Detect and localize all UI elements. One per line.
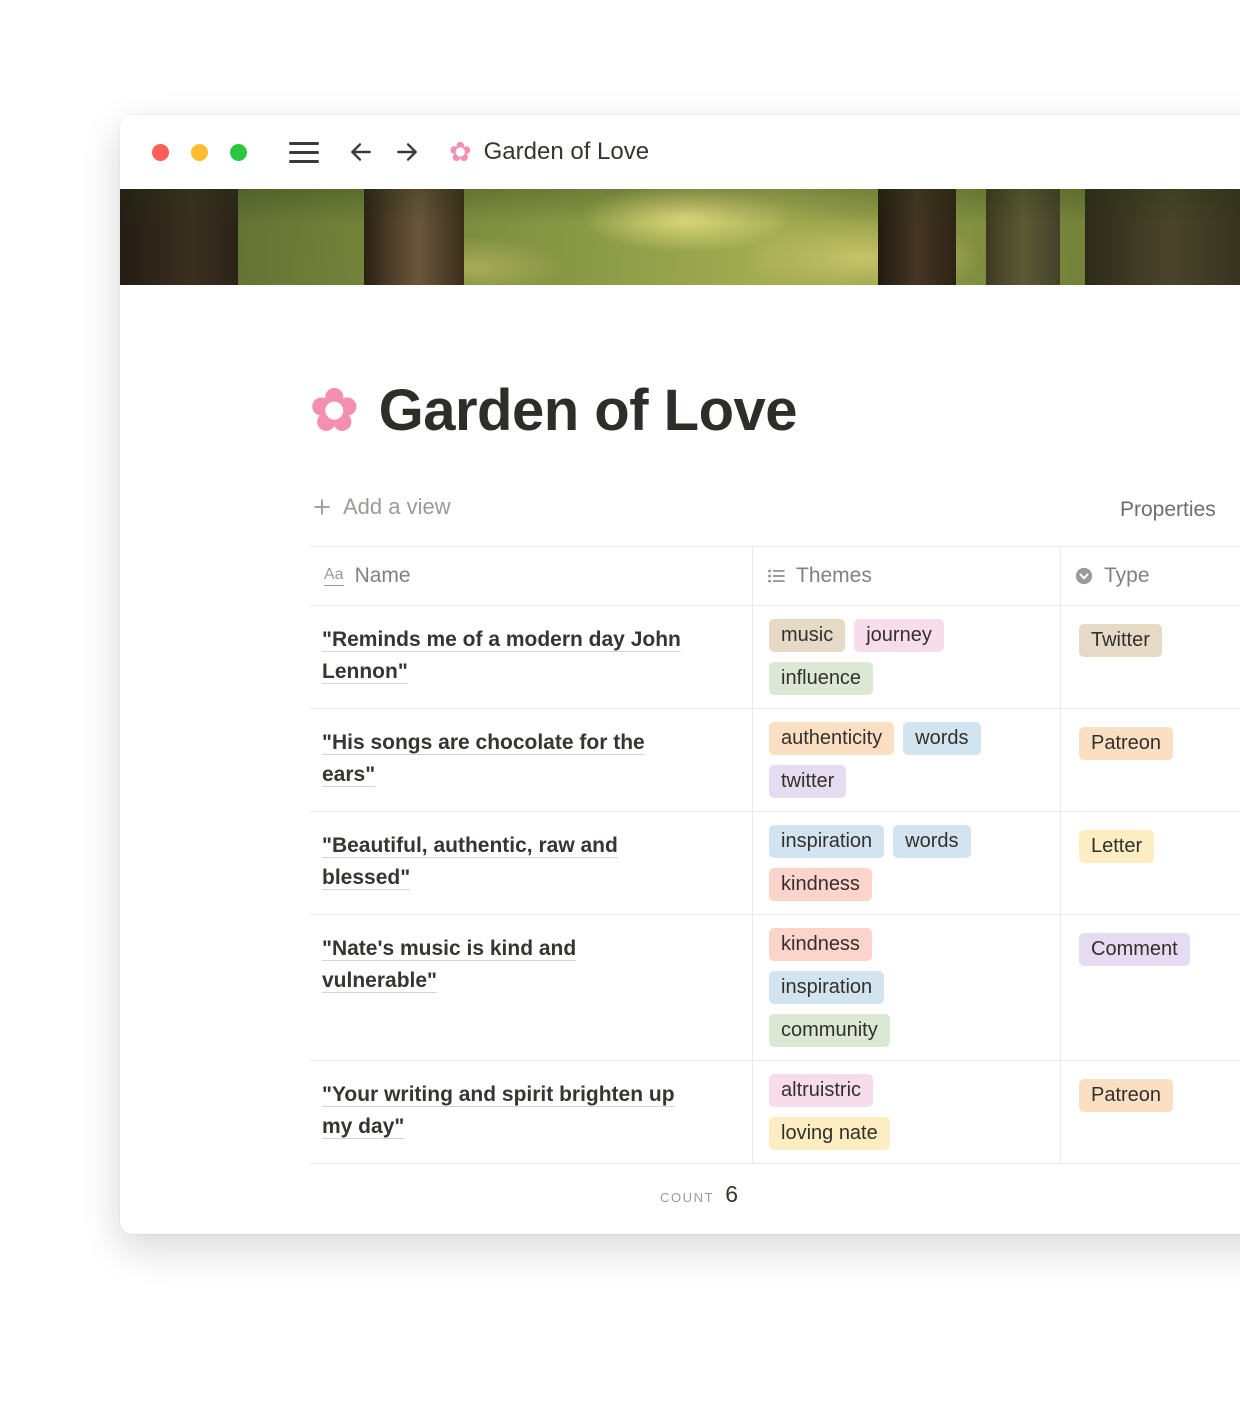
cherry-blossom-icon: ✿: [449, 136, 472, 167]
add-view-label: Add a view: [343, 494, 451, 519]
count-value: 6: [725, 1181, 738, 1207]
theme-tag[interactable]: kindness: [769, 928, 872, 961]
type-cell: Letter: [1060, 812, 1240, 914]
zoom-window-button[interactable]: [230, 143, 247, 161]
type-cell: Patreon: [1060, 1061, 1240, 1163]
table-row: "Reminds me of a modern day John Lennon"…: [310, 606, 1240, 709]
add-view-button[interactable]: Add a view: [312, 494, 451, 520]
theme-tag[interactable]: authenticity: [769, 722, 895, 755]
type-tag[interactable]: Patreon: [1079, 727, 1174, 760]
table-row: "His songs are chocolate for the ears" a…: [310, 709, 1240, 812]
theme-tag[interactable]: words: [893, 825, 971, 858]
count-label: COUNT: [659, 1190, 715, 1205]
titlebar: ✿ Garden of Love: [120, 115, 1240, 189]
type-tag[interactable]: Twitter: [1079, 624, 1162, 657]
table-row: "Nate's music is kind and vulnerable" ki…: [310, 915, 1240, 1061]
themes-cell: kindness inspiration community: [752, 915, 1060, 1060]
page-title: ✿ Garden of Love: [310, 377, 1240, 444]
column-header-type[interactable]: Type: [1060, 547, 1240, 605]
view-toolbar: Add a view Properties: [310, 490, 1240, 532]
app-window: ✿ Garden of Love ✿ Garden of Love Add a …: [120, 115, 1240, 1234]
theme-tag[interactable]: influence: [769, 662, 874, 695]
theme-tag[interactable]: words: [903, 722, 981, 755]
table-row: "Your writing and spirit brighten up my …: [310, 1061, 1240, 1164]
themes-cell: altruistric loving nate: [752, 1061, 1060, 1163]
theme-tag[interactable]: loving nate: [769, 1117, 890, 1150]
page-content: ✿ Garden of Love Add a view Properties A…: [120, 377, 1240, 1234]
cover-image[interactable]: [120, 189, 1240, 285]
name-cell: "Beautiful, authentic, raw and blessed": [310, 812, 752, 914]
theme-tag[interactable]: kindness: [769, 868, 872, 901]
name-cell: "Nate's music is kind and vulnerable": [310, 915, 752, 1060]
table-header: Aa Name Themes Type: [310, 546, 1240, 606]
theme-tag[interactable]: music: [769, 619, 846, 652]
table-row: "Beautiful, authentic, raw and blessed" …: [310, 812, 1240, 915]
theme-tag[interactable]: inspiration: [769, 971, 885, 1004]
page-link[interactable]: "Reminds me of a modern day John Lennon": [322, 628, 681, 683]
column-header-themes[interactable]: Themes: [752, 547, 1060, 605]
back-arrow-icon[interactable]: [347, 139, 375, 165]
tree-trunk: [986, 189, 1060, 285]
plus-icon: [314, 499, 330, 515]
themes-cell: music journey influence: [752, 606, 1060, 708]
page-link[interactable]: "Beautiful, authentic, raw and blessed": [322, 834, 618, 889]
page-title-text[interactable]: Garden of Love: [379, 377, 798, 444]
name-cell: "Reminds me of a modern day John Lennon": [310, 606, 752, 708]
type-tag[interactable]: Patreon: [1079, 1079, 1174, 1112]
type-cell: Twitter: [1060, 606, 1240, 708]
tree-trunk: [364, 189, 464, 285]
list-property-icon: [768, 569, 785, 583]
text-property-icon: Aa: [324, 566, 344, 586]
theme-tag[interactable]: community: [769, 1014, 890, 1047]
name-cell: "Your writing and spirit brighten up my …: [310, 1061, 752, 1163]
type-tag[interactable]: Letter: [1079, 830, 1155, 863]
cherry-blossom-icon[interactable]: ✿: [310, 381, 359, 440]
tree-trunk: [1085, 189, 1240, 285]
name-cell: "His songs are chocolate for the ears": [310, 709, 752, 811]
column-label: Type: [1104, 564, 1150, 587]
forward-arrow-icon[interactable]: [393, 139, 421, 165]
column-label: Name: [354, 564, 411, 587]
page-link[interactable]: "Your writing and spirit brighten up my …: [322, 1083, 675, 1138]
minimize-window-button[interactable]: [191, 143, 208, 161]
database-table: Aa Name Themes Type "Reminds me of a mod…: [310, 546, 1240, 1220]
window-title: Garden of Love: [483, 138, 650, 165]
sidebar-menu-icon[interactable]: [289, 141, 319, 163]
page-link[interactable]: "Nate's music is kind and vulnerable": [322, 937, 576, 992]
theme-tag[interactable]: twitter: [769, 765, 847, 798]
select-property-icon: [1075, 567, 1093, 585]
type-tag[interactable]: Comment: [1079, 933, 1190, 966]
type-cell: Comment: [1060, 915, 1240, 1060]
themes-cell: inspiration words kindness: [752, 812, 1060, 914]
column-header-name[interactable]: Aa Name: [310, 547, 752, 605]
type-cell: Patreon: [1060, 709, 1240, 811]
traffic-lights: [152, 143, 247, 161]
properties-button[interactable]: Properties: [1120, 498, 1216, 522]
tree-trunk: [878, 189, 956, 285]
tree-trunk: [120, 189, 238, 285]
page-link[interactable]: "His songs are chocolate for the ears": [322, 731, 645, 786]
count-calculation[interactable]: COUNT 6: [310, 1164, 752, 1220]
theme-tag[interactable]: altruistric: [769, 1074, 874, 1107]
themes-cell: authenticity words twitter: [752, 709, 1060, 811]
theme-tag[interactable]: journey: [854, 619, 944, 652]
close-window-button[interactable]: [152, 143, 169, 161]
theme-tag[interactable]: inspiration: [769, 825, 885, 858]
column-label: Themes: [796, 564, 872, 587]
